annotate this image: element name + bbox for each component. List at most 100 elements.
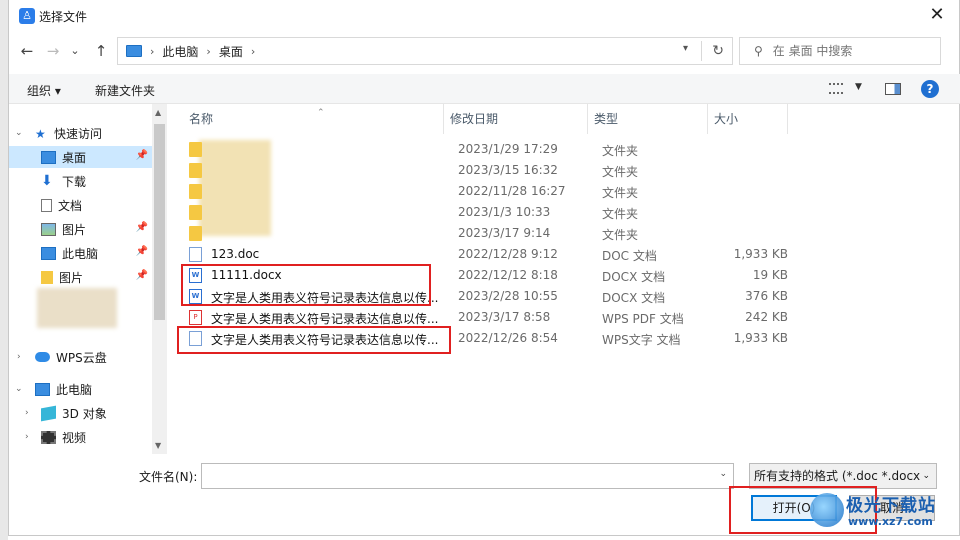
file-type: WPS PDF 文档 [602, 312, 684, 326]
sidebar-item-wps-cloud[interactable]: › WPS云盘 [9, 346, 152, 368]
scroll-down-icon[interactable]: ▼ [155, 441, 161, 450]
collapse-icon[interactable]: ⌄ [15, 384, 23, 394]
sidebar-item-label: 图片 [59, 270, 84, 285]
file-name: 123.doc [211, 247, 260, 261]
breadcrumb-desktop[interactable]: 桌面 [219, 43, 243, 60]
star-icon: ★ [35, 126, 46, 141]
new-folder-button[interactable]: 新建文件夹 [95, 82, 155, 99]
file-type: DOCX 文档 [602, 270, 666, 284]
highlight-box [177, 326, 451, 354]
file-type: DOC 文档 [602, 249, 657, 263]
folder-icon [189, 142, 202, 157]
file-row[interactable]: P 文字是人类用表义符号记录表达信息以传... 2023/3/17 8:58 W… [181, 307, 951, 328]
search-box[interactable]: ⚲ [739, 37, 941, 65]
file-list: ⌃ 名称 修改日期 类型 大小 2023/1/29 17:29 文件夹 2023… [169, 104, 960, 454]
film-icon [41, 430, 56, 444]
forward-button[interactable]: → [43, 40, 63, 62]
column-header-type[interactable]: 类型 [588, 104, 708, 134]
computer-icon [126, 45, 142, 57]
address-bar[interactable]: › 此电脑 › 桌面 › ▾ ↻ [117, 37, 733, 65]
picture-icon [41, 222, 56, 236]
expand-icon[interactable]: › [17, 352, 21, 362]
sidebar-item-videos[interactable]: › 视频 [9, 426, 152, 448]
file-date: 2023/2/28 10:55 [458, 289, 558, 303]
refresh-button[interactable]: ↻ [701, 41, 724, 61]
file-date: 2022/12/28 9:12 [458, 247, 558, 261]
pin-icon: 📌 [135, 150, 148, 161]
download-arrow-icon: ⬇ [41, 172, 53, 189]
filename-history-dropdown[interactable]: ⌄ [719, 469, 727, 479]
view-options-icon[interactable] [829, 83, 843, 94]
filename-input[interactable] [202, 464, 712, 488]
column-header-date[interactable]: 修改日期 [444, 104, 588, 134]
search-icon: ⚲ [754, 44, 763, 58]
file-date: 2023/1/3 10:33 [458, 205, 551, 219]
preview-pane-icon[interactable] [885, 83, 901, 95]
expand-icon[interactable]: › [25, 432, 29, 442]
sidebar-item-downloads[interactable]: ⬇ 下载 [9, 170, 152, 192]
scrollbar-thumb[interactable] [154, 124, 165, 320]
recent-locations-button[interactable]: ⌄ [65, 40, 85, 62]
file-type: 文件夹 [602, 186, 639, 200]
file-type: 文件夹 [602, 228, 639, 242]
sort-ascending-icon: ⌃ [317, 108, 325, 118]
sidebar-item-label: WPS云盘 [56, 350, 107, 365]
file-type: WPS文字 文档 [602, 333, 681, 347]
organize-menu[interactable]: 组织 ▾ [27, 82, 61, 99]
file-row[interactable]: 2023/1/29 17:29 文件夹 [181, 139, 951, 160]
sidebar-item-label: 快速访问 [54, 126, 103, 141]
view-dropdown[interactable]: ▼ [855, 82, 862, 92]
folder-icon [189, 226, 202, 241]
file-row[interactable]: 2023/3/17 9:14 文件夹 [181, 223, 951, 244]
computer-icon [41, 246, 56, 260]
file-size: 242 KB [745, 310, 788, 324]
file-row[interactable]: 2022/11/28 16:27 文件夹 [181, 181, 951, 202]
breadcrumb-separator: › [150, 44, 155, 58]
command-bar: 组织 ▾ 新建文件夹 ▼ ? [9, 74, 960, 104]
back-button[interactable]: ← [17, 40, 37, 62]
sidebar-item-pictures[interactable]: 图片 📌 [9, 218, 152, 240]
watermark: 极光下载站 www.xz7.com [810, 489, 956, 535]
file-size: 1,933 KB [733, 247, 788, 261]
computer-icon [35, 382, 50, 396]
file-row[interactable]: 2023/1/3 10:33 文件夹 [181, 202, 951, 223]
blurred-region [37, 288, 117, 328]
sidebar-item-quick-access[interactable]: ⌄ ★ 快速访问 [9, 122, 152, 144]
help-icon[interactable]: ? [921, 80, 939, 98]
sidebar-item-label: 下载 [62, 174, 87, 189]
file-row[interactable]: 123.doc 2022/12/28 9:12 DOC 文档 1,933 KB [181, 244, 951, 265]
collapse-icon[interactable]: ⌄ [15, 128, 23, 138]
search-input[interactable] [772, 44, 923, 58]
column-header-size[interactable]: 大小 [708, 104, 788, 134]
sidebar-item-pictures-2[interactable]: 图片 📌 [9, 266, 152, 288]
filename-field[interactable]: ⌄ [201, 463, 734, 489]
sidebar-item-desktop[interactable]: 桌面 📌 [9, 146, 152, 168]
sidebar-scrollbar[interactable]: ▲ ▼ [152, 104, 167, 454]
sidebar-item-this-pc[interactable]: ⌄ 此电脑 [9, 378, 152, 400]
sidebar-item-3d-objects[interactable]: › 3D 对象 [9, 402, 152, 424]
file-date: 2022/12/12 8:18 [458, 268, 558, 282]
app-icon: ♙ [19, 8, 35, 24]
filter-value: 所有支持的格式 (*.doc *.docx [754, 469, 921, 483]
pin-icon: 📌 [135, 246, 148, 257]
column-label: 名称 [189, 112, 214, 126]
sidebar-item-label: 3D 对象 [62, 406, 107, 421]
up-button[interactable]: ↑ [91, 40, 111, 62]
expand-icon[interactable]: › [25, 408, 29, 418]
document-icon [41, 198, 52, 212]
folder-icon [189, 184, 202, 199]
cube-icon [41, 405, 56, 421]
sidebar-item-label: 此电脑 [62, 246, 99, 261]
sidebar-item-this-pc-quick[interactable]: 此电脑 📌 [9, 242, 152, 264]
sidebar-item-label: 此电脑 [56, 382, 93, 397]
pin-icon: 📌 [135, 222, 148, 233]
breadcrumb-this-pc[interactable]: 此电脑 [162, 43, 198, 60]
watermark-logo-icon [810, 493, 844, 527]
column-header-name[interactable]: ⌃ 名称 [169, 104, 444, 134]
file-date: 2023/3/17 9:14 [458, 226, 551, 240]
scroll-up-icon[interactable]: ▲ [155, 108, 161, 117]
address-history-dropdown[interactable]: ▾ [683, 43, 688, 54]
file-row[interactable]: 2023/3/15 16:32 文件夹 [181, 160, 951, 181]
sidebar-item-documents[interactable]: 文档 [9, 194, 152, 216]
close-button[interactable]: ✕ [925, 4, 949, 28]
